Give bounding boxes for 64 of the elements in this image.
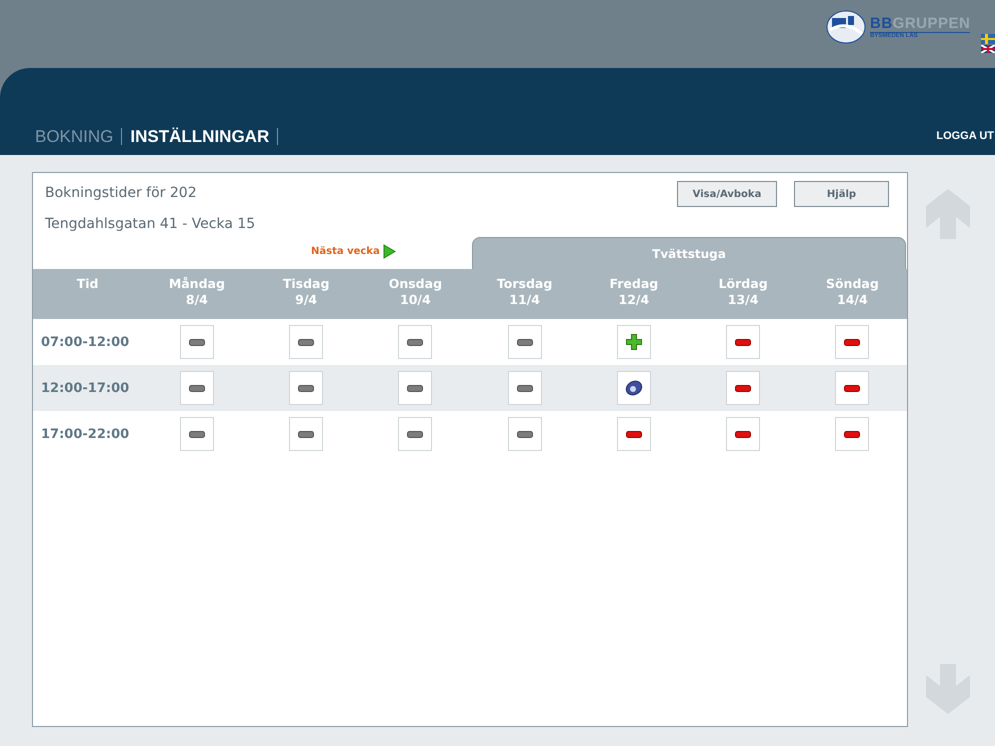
slot-button[interactable] [508,325,542,359]
page-subtitle: Tengdahlsgatan 41 - Vecka 15 [45,216,256,232]
slot-button[interactable] [289,371,324,405]
play-icon[interactable] [382,244,396,259]
slot-button[interactable] [180,325,214,359]
slot-button[interactable] [835,371,870,405]
minus-icon [626,430,642,438]
show-cancel-button[interactable]: Visa/Avboka [677,181,777,207]
slot-button[interactable] [726,371,760,405]
minus-icon [407,338,424,346]
slot-button[interactable] [180,417,214,451]
slot-button[interactable] [289,417,324,451]
minus-icon [298,430,314,438]
minus-icon [188,338,205,346]
column-header: Fredag 12/4 [608,275,660,309]
minus-icon [188,430,205,438]
column-header: Torsdag 11/4 [496,275,554,309]
slot-button[interactable] [508,417,542,451]
column-header: Onsdag 10/4 [388,275,444,309]
minus-icon [735,430,752,438]
slot-button[interactable] [180,371,214,405]
minus-icon [516,384,533,392]
minus-icon [407,430,424,438]
plus-icon [626,334,642,350]
slot-button[interactable] [835,325,870,359]
slot-button[interactable] [616,371,651,405]
minus-icon [298,338,314,346]
slot-button[interactable] [508,371,542,405]
logout-link[interactable]: LOGGA UT [936,128,994,145]
minus-icon [407,384,424,392]
slot-button[interactable] [616,417,651,451]
logo-icon [826,10,866,44]
minus-icon [844,338,860,346]
minus-icon [844,430,860,438]
minus-icon [735,338,752,346]
column-header: Lördag 13/4 [718,275,769,309]
nav-tab[interactable]: BOKNING [35,128,122,145]
slot-button[interactable] [398,371,432,405]
minus-icon [516,430,533,438]
slot-button[interactable] [616,325,651,359]
column-header: Tisdag 9/4 [282,275,330,309]
slot-button[interactable] [726,325,760,359]
minus-icon [188,384,205,392]
nav-tab[interactable]: INSTÄLLNINGAR [122,128,278,145]
minus-icon [735,384,752,392]
flag-icon[interactable] [981,45,995,53]
column-header: Måndag 8/4 [168,275,226,309]
minus-icon [298,384,314,392]
time-label: 12:00-17:00 [40,380,130,396]
column-header: Tid [76,275,100,293]
slot-button[interactable] [726,417,760,451]
minus-icon [516,338,533,346]
slot-button[interactable] [398,417,432,451]
page-title: Bokningstider för 202 [45,185,197,201]
slot-button[interactable] [835,417,870,451]
tag-icon [624,380,643,396]
slot-button[interactable] [398,325,432,359]
time-label: 17:00-22:00 [40,426,130,442]
help-button[interactable]: Hjälp [794,181,889,207]
column-header: Söndag 14/4 [824,275,880,309]
slot-button[interactable] [289,325,324,359]
minus-icon [844,384,860,392]
time-label: 07:00-12:00 [40,334,130,350]
next-week-link[interactable]: Nästa vecka [311,246,380,257]
